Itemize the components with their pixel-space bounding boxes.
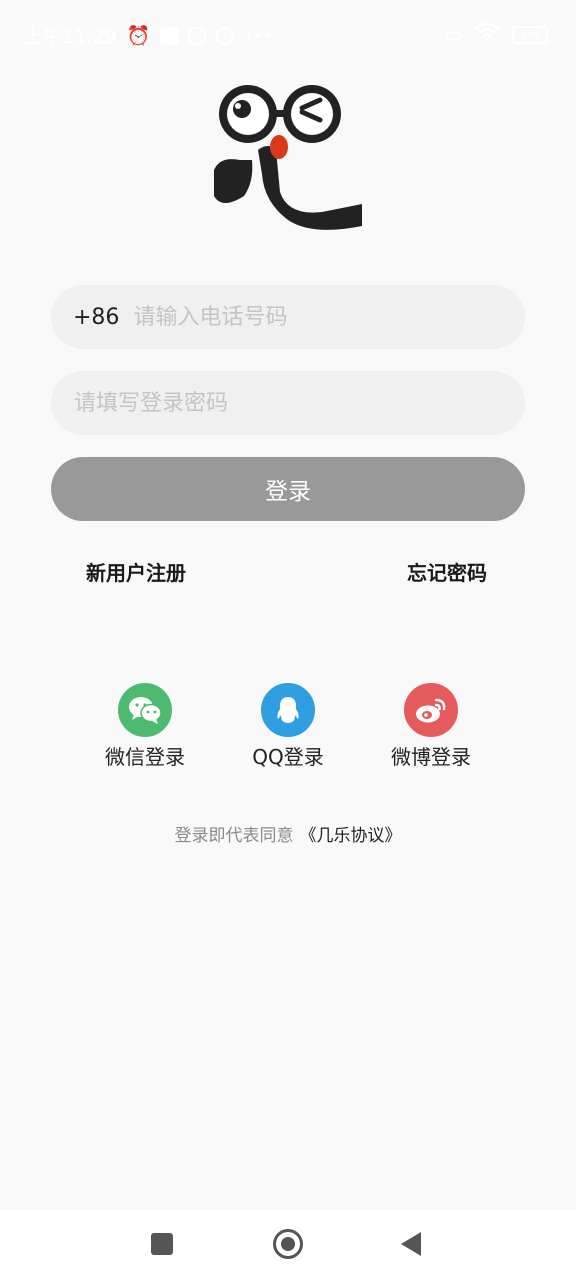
- wechat-login-label[interactable]: 微信登录: [90, 741, 200, 770]
- country-code[interactable]: +86: [73, 305, 119, 330]
- register-link[interactable]: 新用户注册: [86, 557, 186, 586]
- more-notifications-icon: •••: [244, 27, 273, 44]
- password-field[interactable]: [51, 371, 525, 435]
- navigation-bar: [0, 1210, 576, 1280]
- qq-login-label[interactable]: QQ登录: [233, 741, 343, 770]
- notification-info-icon: !: [216, 26, 235, 45]
- qq-penguin-icon[interactable]: [261, 683, 315, 737]
- agreement-text: 登录即代表同意 《几乐协议》: [0, 821, 576, 846]
- forgot-password-link[interactable]: 忘记密码: [407, 557, 487, 586]
- phone-field[interactable]: +86: [51, 285, 525, 349]
- notification-badge-icon: !: [188, 26, 207, 45]
- recent-apps-button[interactable]: [151, 1233, 173, 1255]
- sim-icon: ▭: [444, 23, 462, 46]
- wechat-icon[interactable]: [118, 683, 172, 737]
- phone-input[interactable]: [133, 304, 474, 330]
- wechat-login-button[interactable]: 微信登录: [90, 683, 200, 770]
- password-input[interactable]: [74, 390, 494, 416]
- wifi-icon: [474, 22, 500, 47]
- status-bar-left: 上午11:29 ⏰ ! ! •••: [24, 22, 272, 49]
- status-bar-right: ▭ 100: [444, 22, 548, 47]
- agreement-prefix: 登录即代表同意: [174, 826, 294, 846]
- notification-icon: [160, 26, 179, 45]
- weibo-login-label[interactable]: 微博登录: [376, 741, 486, 770]
- status-time: 上午11:29: [24, 26, 117, 48]
- agreement-link[interactable]: 《几乐协议》: [300, 826, 402, 846]
- back-button[interactable]: [401, 1232, 421, 1256]
- battery-icon: 100: [512, 25, 548, 44]
- app-logo: [210, 84, 366, 230]
- status-bar: 上午11:29 ⏰ ! ! ••• ▭ 100: [0, 0, 576, 70]
- home-button[interactable]: [273, 1229, 303, 1259]
- weibo-login-button[interactable]: 微博登录: [376, 683, 486, 770]
- qq-login-button[interactable]: QQ登录: [233, 683, 343, 770]
- login-button[interactable]: 登录: [51, 457, 525, 521]
- weibo-icon[interactable]: [404, 683, 458, 737]
- alarm-icon: ⏰: [126, 25, 151, 47]
